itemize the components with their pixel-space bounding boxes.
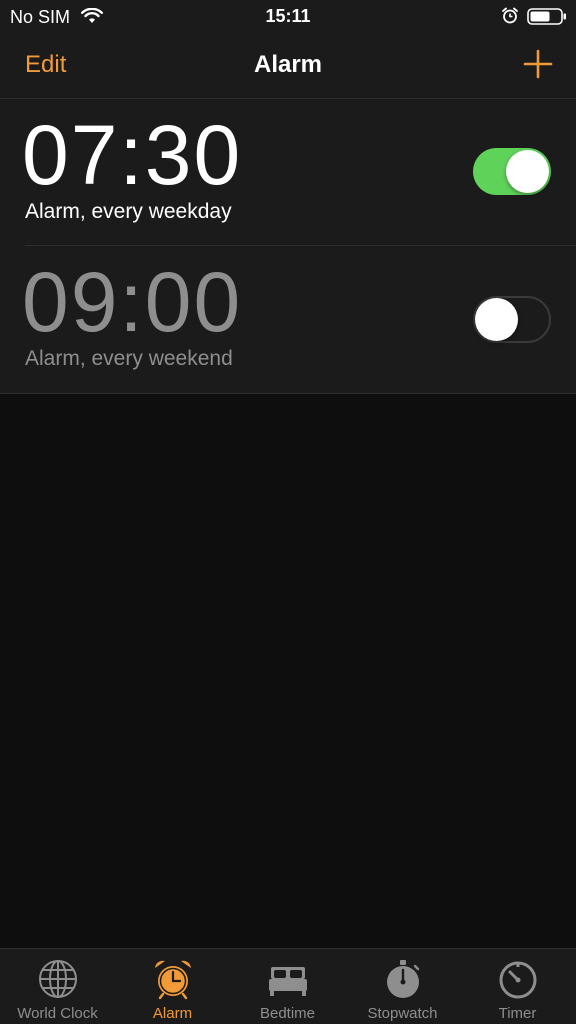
status-time: 15:11 [265, 6, 311, 26]
alarm-label: Alarm, every weekend [25, 347, 233, 370]
timer-icon [499, 961, 536, 999]
tab-label: Bedtime [259, 1005, 316, 1022]
toggle-knob [475, 298, 518, 341]
alarm-clock-icon [154, 960, 191, 1000]
toggle-knob [506, 150, 549, 193]
battery-icon [527, 8, 566, 25]
status-bar: No SIM 15:11 [0, 0, 576, 34]
alarm-label: Alarm, every weekday [25, 200, 232, 223]
tab-bedtime[interactable]: Bedtime [230, 949, 345, 1024]
tab-timer[interactable]: Timer [460, 949, 575, 1024]
tab-label: Stopwatch [367, 1005, 438, 1022]
tab-alarm[interactable]: Alarm [115, 949, 230, 1024]
tab-label: Timer [498, 1005, 537, 1022]
tab-stopwatch[interactable]: Stopwatch [345, 949, 460, 1024]
globe-icon [38, 960, 77, 998]
alarm-toggle-off[interactable] [473, 296, 551, 343]
clock-app-screen: No SIM 15:11 Edit Alarm 07:30 Alarm, eve… [0, 0, 576, 1024]
bed-icon [268, 967, 307, 996]
tab-label: Alarm [152, 1005, 193, 1022]
page-title: Alarm [253, 51, 323, 78]
tab-bar: World Clock Alarm Bedtime Stopwatch Time… [0, 948, 576, 1024]
alarm-time: 07:30 [22, 108, 243, 202]
alarm-list: 07:30 Alarm, every weekday 09:00 Alarm, … [0, 99, 576, 394]
tab-world-clock[interactable]: World Clock [0, 949, 115, 1024]
tab-label: World Clock [17, 1005, 98, 1022]
alarm-icon [502, 7, 518, 24]
alarm-toggle-on[interactable] [473, 148, 551, 195]
alarm-row[interactable]: 09:00 Alarm, every weekend [0, 246, 576, 393]
alarm-time: 09:00 [22, 255, 243, 349]
alarm-row[interactable]: 07:30 Alarm, every weekday [0, 99, 576, 246]
navigation-bar: Edit Alarm [0, 34, 576, 99]
stopwatch-icon [386, 960, 419, 998]
plus-icon[interactable] [522, 48, 554, 80]
